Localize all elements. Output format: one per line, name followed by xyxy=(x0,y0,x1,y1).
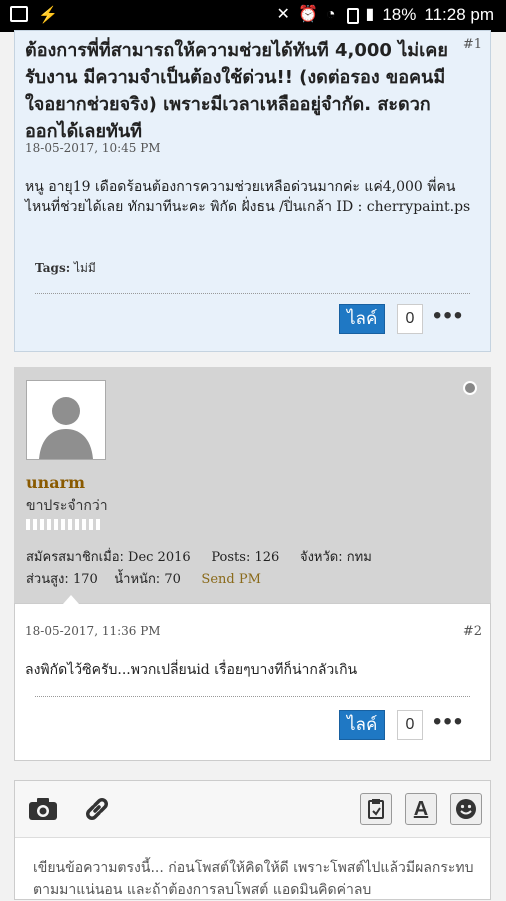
battery-icon: ▮ xyxy=(365,6,375,23)
smiley-icon[interactable] xyxy=(450,793,482,825)
joined-value: Dec 2016 xyxy=(128,550,191,565)
post-date: 18-05-2017, 11:36 PM xyxy=(25,624,161,638)
battery-percent: 18% xyxy=(382,5,417,24)
post-body: หนู อายุ19 เดือดร้อนต้องการความช่วยเหลือ… xyxy=(25,179,471,215)
camera-icon[interactable] xyxy=(27,793,59,825)
wifi-icon: ◔ xyxy=(325,6,336,23)
offline-status-icon xyxy=(463,381,477,395)
user-title: ขาประจำกว่า xyxy=(26,498,108,514)
more-options-button[interactable]: ••• xyxy=(433,710,464,734)
post-number[interactable]: #1 xyxy=(463,37,482,52)
usb-icon: ⚡ xyxy=(38,7,58,24)
post-2: 18-05-2017, 11:36 PM #2 ลงพิกัดไว้ซิครับ… xyxy=(14,595,491,761)
weight-value: 70 xyxy=(164,572,181,587)
post-title: ต้องการพี่ที่สามารถให้ความช่วยได้ทันที 4… xyxy=(25,40,448,142)
post-date: 18-05-2017, 10:45 PM xyxy=(25,141,161,155)
weight-label: น้ำหนัก: xyxy=(114,572,161,587)
more-options-button[interactable]: ••• xyxy=(433,304,464,328)
message-textarea[interactable]: เขียนข้อความตรงนี้... ก่อนโพสต์ให้คิดให้… xyxy=(33,857,478,901)
signal-icon xyxy=(344,6,359,24)
height-value: 170 xyxy=(72,572,98,587)
post-tags: Tags: ไม่มี xyxy=(35,259,96,278)
default-avatar-icon xyxy=(27,381,105,459)
clipboard-icon[interactable] xyxy=(360,793,392,825)
post-body: ลงพิกัดไว้ซิครับ...พวกเปลี่ยนid เรื่อยๆบ… xyxy=(25,662,358,678)
joined-label: สมัครสมาชิกเมื่อ: xyxy=(26,550,124,565)
like-button[interactable]: ไลค์ xyxy=(339,710,386,740)
alarm-icon: ⏰ xyxy=(297,6,318,23)
link-icon[interactable] xyxy=(81,793,113,825)
send-pm-link[interactable]: Send PM xyxy=(201,572,260,587)
tags-value: ไม่มี xyxy=(73,261,96,275)
divider xyxy=(35,293,470,294)
editor-toolbar: A xyxy=(15,781,490,838)
province-value: กทม xyxy=(346,550,372,565)
post-1: ต้องการพี่ที่สามารถให้ความช่วยได้ทันที 4… xyxy=(14,30,491,352)
clock: 11:28 pm xyxy=(424,5,494,24)
province-label: จังหวัด: xyxy=(299,550,343,565)
mute-icon: ✕ xyxy=(276,6,290,23)
tags-label: Tags: xyxy=(35,261,71,275)
divider xyxy=(35,696,470,697)
user-info-panel: unarm ขาประจำกว่า สมัครสมาชิกเมื่อ: Dec … xyxy=(14,367,491,603)
status-bar: ⚡ ✕ ⏰ ◔ ▮ 18% 11:28 pm xyxy=(0,0,506,32)
posts-value: 126 xyxy=(254,550,280,565)
reply-editor: A เขียนข้อความตรงนี้... ก่อนโพสต์ให้คิดใ… xyxy=(14,780,491,900)
text-format-icon[interactable]: A xyxy=(405,793,437,825)
speech-arrow xyxy=(63,595,79,604)
like-count: 0 xyxy=(397,710,423,740)
user-stats: สมัครสมาชิกเมื่อ: Dec 2016 Posts: 126 จั… xyxy=(26,547,466,591)
username[interactable]: unarm xyxy=(26,473,85,492)
posts-label: Posts: xyxy=(211,550,251,565)
like-button[interactable]: ไลค์ xyxy=(339,304,386,334)
gallery-icon xyxy=(10,6,28,22)
height-label: ส่วนสูง: xyxy=(26,572,69,587)
like-count: 0 xyxy=(397,304,423,334)
avatar[interactable] xyxy=(26,380,106,460)
post-number[interactable]: #2 xyxy=(463,624,482,639)
reputation-bar xyxy=(26,519,100,530)
